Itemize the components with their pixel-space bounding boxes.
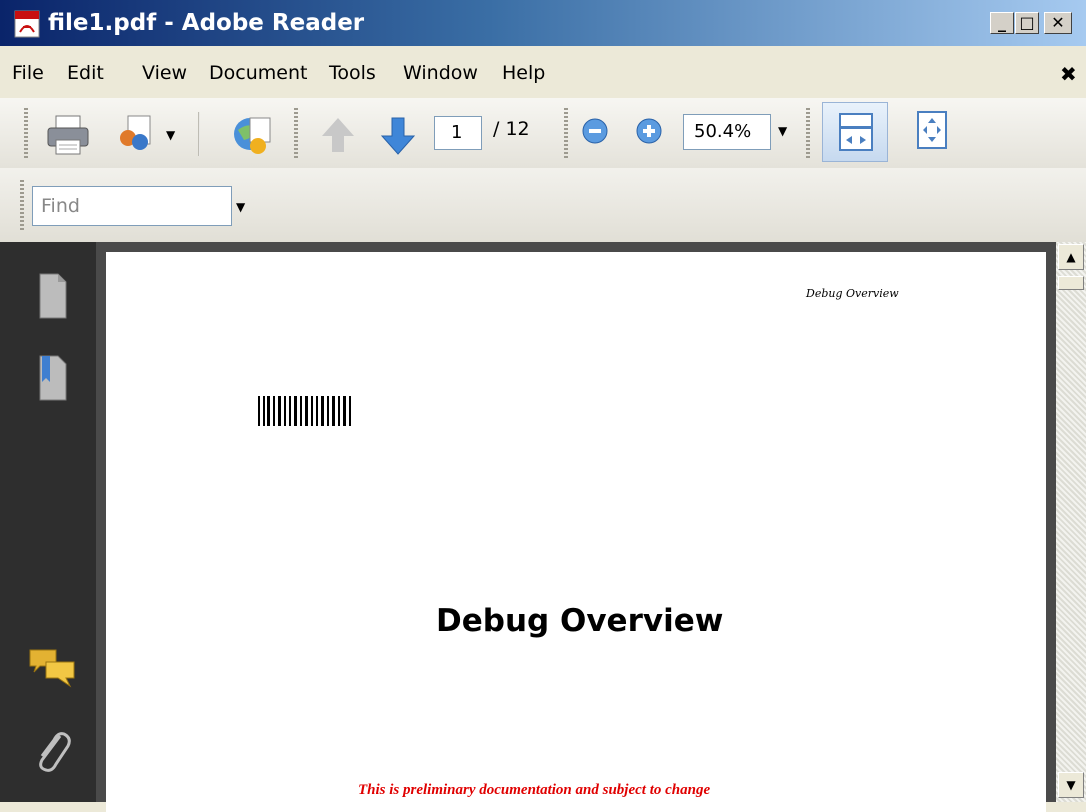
bookmarks-icon[interactable] [32,352,72,404]
menu-tools[interactable]: Tools [329,62,376,84]
menu-file[interactable]: File [12,62,44,84]
collaborate-dropdown-icon[interactable]: ▼ [166,128,175,142]
attachments-icon[interactable] [30,726,74,776]
zoom-dropdown-icon[interactable]: ▼ [778,124,787,138]
zoom-level-input[interactable]: 50.4% [683,114,771,150]
document-title: Debug Overview [436,603,724,639]
barcode-image [258,396,351,426]
scrollbar-thumb[interactable] [1058,276,1084,290]
print-icon[interactable] [44,112,92,158]
pdf-page [106,252,1046,812]
page-count: / 12 [493,118,530,140]
search-web-icon[interactable] [228,112,276,158]
menu-help[interactable]: Help [502,62,545,84]
fit-width-icon [839,113,873,151]
maximize-button[interactable]: □ [1015,12,1039,34]
next-page-icon[interactable] [374,112,422,158]
menu-edit[interactable]: Edit [67,62,104,84]
previous-page-icon[interactable] [314,112,362,158]
close-button[interactable]: ✕ [1044,12,1072,34]
toolbar-grip[interactable] [24,108,28,158]
adobe-reader-icon [14,10,40,38]
minimize-button[interactable]: _ [990,12,1014,34]
window-title: file1.pdf - Adobe Reader [48,10,365,36]
find-input[interactable]: Find [32,186,232,226]
zoom-in-icon[interactable] [634,116,664,146]
close-document-icon[interactable]: ✖ [1060,62,1077,86]
fit-page-icon[interactable] [912,110,952,150]
menu-document[interactable]: Document [209,62,307,84]
navigation-pane [0,242,96,802]
toolbar-grip [564,108,568,158]
page-header: Debug Overview [806,287,899,300]
find-dropdown-icon[interactable]: ▼ [236,200,245,214]
zoom-out-icon[interactable] [580,116,610,146]
toolbar-grip [294,108,298,158]
scroll-up-button[interactable]: ▲ [1058,244,1084,270]
page-number-input[interactable]: 1 [434,116,482,150]
preliminary-notice: This is preliminary documentation and su… [358,782,711,798]
scroll-down-button[interactable]: ▼ [1058,772,1084,798]
toolbar-separator [198,112,200,156]
comments-icon[interactable] [26,644,78,690]
collaborate-icon[interactable] [114,112,162,158]
pages-icon[interactable] [32,270,72,322]
toolbar-grip[interactable] [20,180,24,230]
toolbar-grip [806,108,810,158]
menu-window[interactable]: Window [403,62,478,84]
vertical-scrollbar[interactable] [1056,242,1086,802]
menu-view[interactable]: View [142,62,187,84]
